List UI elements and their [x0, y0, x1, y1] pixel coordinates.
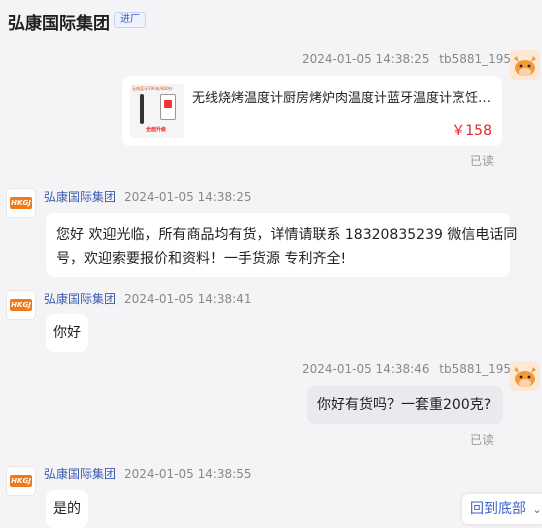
message-bubble: 你好: [46, 314, 88, 352]
scroll-to-bottom-label: 回到底部: [470, 501, 526, 517]
read-status: 已读: [470, 433, 495, 447]
user-id: tb5881_1953: [439, 362, 519, 376]
user-avatar[interactable]: [510, 50, 540, 80]
shop-name-title: 弘康国际集团: [8, 14, 110, 34]
message-meta: 弘康国际集团 2024-01-05 14:38:55: [44, 465, 251, 482]
product-price: ￥158: [451, 123, 492, 139]
product-title[interactable]: 无线烧烤温度计厨房烤炉肉温度计蓝牙温度计烹饪食品...: [192, 87, 494, 106]
message-meta: 2024-01-05 14:38:25 tb5881_1953: [302, 52, 519, 66]
message-time: 2024-01-05 14:38:41: [124, 292, 252, 306]
phone-icon: [160, 94, 176, 120]
thumbnail-caption: 无线蓝牙290米/800针: [132, 86, 173, 91]
chevron-down-icon: ⌄: [532, 503, 542, 516]
message-text-line: 号，欢迎索要报价和资料！一手货源 专利齐全!: [56, 251, 347, 267]
message-bubble: 是的: [46, 490, 88, 528]
chat-header: 弘康国际集团 进厂: [0, 0, 542, 42]
message-text: 你好有货吗？一套重200克?: [317, 397, 492, 413]
shop-avatar[interactable]: HKGJ: [6, 290, 36, 320]
message-text: 是的: [53, 501, 81, 517]
cow-icon: [510, 361, 540, 391]
shop-avatar[interactable]: HKGJ: [6, 188, 36, 218]
scroll-to-bottom-button[interactable]: 回到底部 ⌄: [462, 494, 542, 524]
user-id: tb5881_1953: [439, 52, 519, 66]
message-bubble: 您好 欢迎光临，所有商品均有货，详情请联系 18320835239 微信电话同 …: [46, 213, 518, 277]
message-time: 2024-01-05 14:38:25: [302, 52, 430, 66]
thermometer-probe-icon: [140, 94, 144, 124]
sender-name: 弘康国际集团: [44, 292, 117, 306]
message-meta: 弘康国际集团 2024-01-05 14:38:25: [44, 188, 251, 205]
sender-name: 弘康国际集团: [44, 190, 117, 204]
shop-badge: 进厂: [114, 12, 146, 28]
message-time: 2024-01-05 14:38:25: [124, 190, 252, 204]
product-card[interactable]: 无线蓝牙290米/800针 全面升级 无线烧烤温度计厨房烤炉肉温度计蓝牙温度计烹…: [122, 76, 502, 146]
cow-icon: [510, 50, 540, 80]
message-meta: 2024-01-05 14:38:46 tb5881_1953: [302, 362, 519, 376]
sender-name: 弘康国际集团: [44, 467, 117, 481]
user-avatar[interactable]: [510, 361, 540, 391]
message-bubble: 你好有货吗？一套重200克?: [307, 386, 503, 424]
shop-logo: HKGJ: [10, 299, 32, 311]
message-text-line: 您好 欢迎光临，所有商品均有货，详情请联系 18320835239 微信电话同: [56, 227, 518, 243]
thumbnail-banner: 全面升级: [146, 127, 167, 133]
message-time: 2024-01-05 14:38:46: [302, 362, 430, 376]
message-text: 你好: [53, 325, 81, 341]
shop-logo: HKGJ: [10, 197, 32, 209]
message-meta: 弘康国际集团 2024-01-05 14:38:41: [44, 290, 251, 307]
message-time: 2024-01-05 14:38:55: [124, 467, 252, 481]
shop-avatar[interactable]: HKGJ: [6, 466, 36, 496]
product-thumbnail[interactable]: 无线蓝牙290米/800针 全面升级: [130, 84, 184, 138]
shop-logo: HKGJ: [10, 475, 32, 487]
read-status: 已读: [470, 154, 495, 168]
